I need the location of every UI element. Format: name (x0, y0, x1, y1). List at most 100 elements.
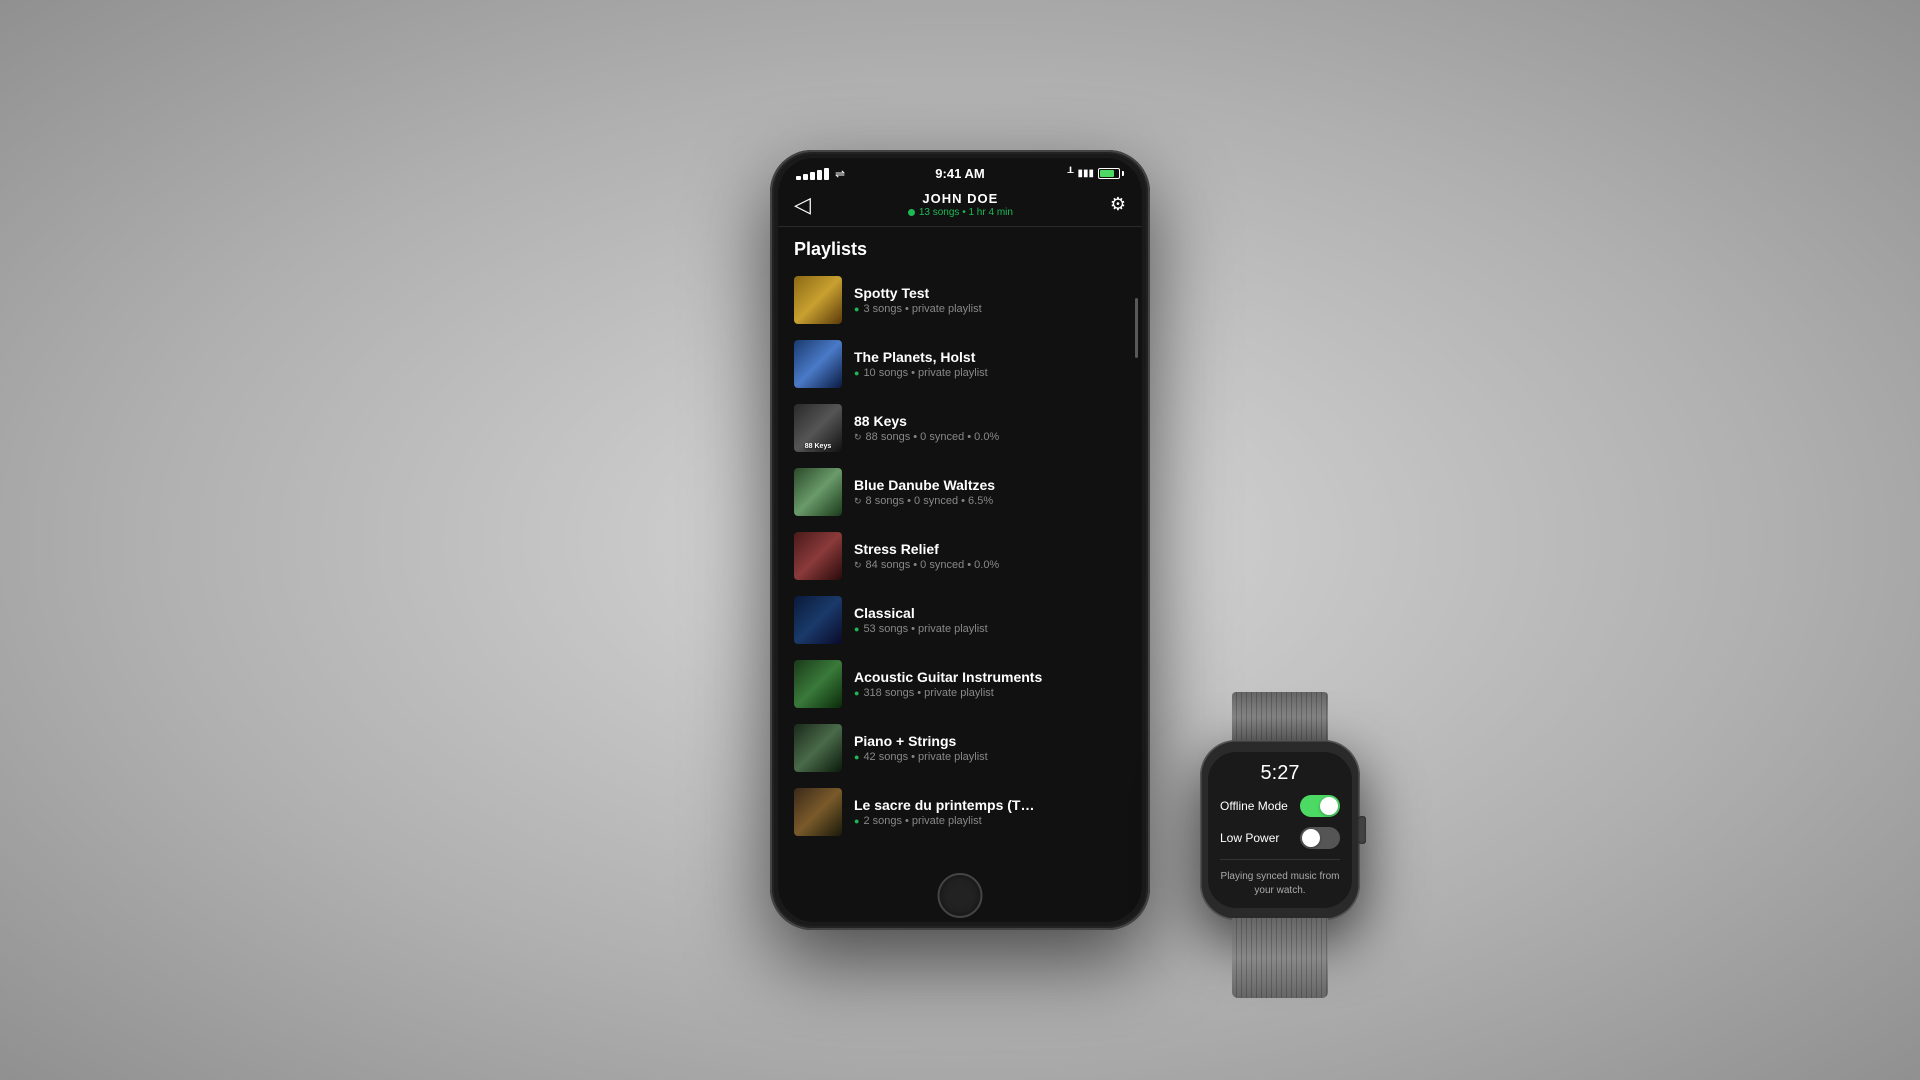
playlist-item[interactable]: Acoustic Guitar Instruments ● 318 songs … (778, 652, 1142, 716)
scene: ⇌ 9:41 AM ┸ ▮▮▮ (510, 50, 1410, 1030)
playlist-meta-icon: ↻ (854, 432, 862, 443)
playlist-meta-text: 8 songs • 0 synced • 6.5% (866, 495, 994, 507)
signal-dot-5 (824, 168, 829, 180)
playlist-meta-text: 42 songs • private playlist (863, 751, 987, 763)
low-power-row: Low Power (1220, 827, 1340, 849)
playlist-name: Classical (854, 605, 1126, 621)
watch-divider (1220, 859, 1340, 860)
playlist-info: Spotty Test ● 3 songs • private playlist (854, 285, 1126, 315)
signal-dot-4 (817, 170, 822, 180)
signal-dot-1 (796, 176, 801, 180)
playlist-meta-text: 318 songs • private playlist (863, 687, 993, 699)
iphone: ⇌ 9:41 AM ┸ ▮▮▮ (770, 150, 1150, 930)
offline-mode-label: Offline Mode (1220, 799, 1288, 813)
playlist-meta: ● 53 songs • private playlist (854, 623, 1126, 635)
playlist-meta-text: 10 songs • private playlist (863, 367, 987, 379)
playlist-meta-text: 3 songs • private playlist (863, 303, 981, 315)
bluetooth-icon: ┸ (1067, 168, 1073, 179)
playlist-item[interactable]: Spotty Test ● 3 songs • private playlist (778, 268, 1142, 332)
watch-crown (1358, 816, 1366, 844)
playlist-meta-text: 84 songs • 0 synced • 0.0% (866, 559, 1000, 571)
toggle-knob-lowpower (1302, 829, 1320, 847)
playlist-thumb: 88 Keys (794, 404, 842, 452)
toggle-knob-offline (1320, 797, 1338, 815)
apple-watch: 5:27 Offline Mode Low Power Playing sync… (1200, 690, 1360, 1000)
playlist-info: Le sacre du printemps (T… ● 2 songs • pr… (854, 797, 1126, 827)
playlist-thumb (794, 468, 842, 516)
scroll-indicator (1135, 298, 1138, 358)
status-right: ┸ ▮▮▮ (1015, 168, 1124, 179)
playlist-info: Acoustic Guitar Instruments ● 318 songs … (854, 669, 1126, 699)
playlist-meta-icon: ↻ (854, 496, 862, 507)
low-power-label: Low Power (1220, 831, 1279, 845)
playlist-thumb (794, 340, 842, 388)
playlist-thumb (794, 596, 842, 644)
playlist-name: Spotty Test (854, 285, 1126, 301)
playlist-thumb (794, 724, 842, 772)
playlist-meta: ● 2 songs • private playlist (854, 815, 1126, 827)
playlist-item[interactable]: Classical ● 53 songs • private playlist (778, 588, 1142, 652)
playlist-meta: ↻ 84 songs • 0 synced • 0.0% (854, 559, 1126, 571)
playlist-thumb (794, 788, 842, 836)
playlist-meta-icon: ● (854, 816, 859, 826)
status-bar: ⇌ 9:41 AM ┸ ▮▮▮ (778, 158, 1142, 185)
playlist-meta-text: 53 songs • private playlist (863, 623, 987, 635)
playlist-info: Stress Relief ↻ 84 songs • 0 synced • 0.… (854, 541, 1126, 571)
nav-header: ◁ JOHN DOE 13 songs • 1 hr 4 min ⚙ (778, 185, 1142, 227)
playlist-meta: ● 10 songs • private playlist (854, 367, 1126, 379)
settings-button[interactable]: ⚙ (1110, 194, 1126, 215)
playlist-info: 88 Keys ↻ 88 songs • 0 synced • 0.0% (854, 413, 1126, 443)
playlist-meta-icon: ● (854, 752, 859, 762)
playlist-name: Acoustic Guitar Instruments (854, 669, 1126, 685)
watch-body: 5:27 Offline Mode Low Power Playing sync… (1200, 740, 1360, 920)
playlist-name: Piano + Strings (854, 733, 1126, 749)
battery-fill (1100, 170, 1114, 177)
nav-title: JOHN DOE (908, 191, 1013, 206)
playlist-items-container: Spotty Test ● 3 songs • private playlist… (778, 268, 1142, 844)
playlist-thumb (794, 660, 842, 708)
playlist-info: The Planets, Holst ● 10 songs • private … (854, 349, 1126, 379)
signal-dot-2 (803, 174, 808, 180)
playlist-item[interactable]: Le sacre du printemps (T… ● 2 songs • pr… (778, 780, 1142, 844)
playlist-name: The Planets, Holst (854, 349, 1126, 365)
playlists-heading: Playlists (778, 227, 1142, 268)
playlist-name: Le sacre du printemps (T… (854, 797, 1126, 813)
watch-body-text: Playing synced music from your watch. (1220, 870, 1340, 898)
offline-mode-row: Offline Mode (1220, 795, 1340, 817)
playlist-meta-icon: ● (854, 368, 859, 378)
playlist-meta-icon: ● (854, 304, 859, 314)
watch-band-bottom (1232, 918, 1328, 998)
signal-dot-3 (810, 172, 815, 180)
back-button[interactable]: ◁ (794, 192, 811, 218)
playlist-meta: ● 42 songs • private playlist (854, 751, 1126, 763)
home-button[interactable] (938, 873, 983, 918)
signal-strength (796, 168, 829, 180)
playlist-meta-icon: ↻ (854, 560, 862, 571)
playlist-item[interactable]: 88 Keys 88 Keys ↻ 88 songs • 0 synced • … (778, 396, 1142, 460)
playlist-thumb (794, 532, 842, 580)
playlist-name: Stress Relief (854, 541, 1126, 557)
playlist-meta: ↻ 8 songs • 0 synced • 6.5% (854, 495, 1126, 507)
playlist-list: Spotty Test ● 3 songs • private playlist… (778, 268, 1142, 922)
phone-screen: ⇌ 9:41 AM ┸ ▮▮▮ (778, 158, 1142, 922)
offline-mode-toggle[interactable] (1300, 795, 1340, 817)
playlist-meta: ↻ 88 songs • 0 synced • 0.0% (854, 431, 1126, 443)
playlist-thumb (794, 276, 842, 324)
playlist-item[interactable]: Stress Relief ↻ 84 songs • 0 synced • 0.… (778, 524, 1142, 588)
playlist-item[interactable]: Piano + Strings ● 42 songs • private pla… (778, 716, 1142, 780)
battery-tip (1122, 171, 1124, 176)
watch-time: 5:27 (1220, 762, 1340, 785)
watch-screen: 5:27 Offline Mode Low Power Playing sync… (1208, 752, 1352, 908)
playlist-item[interactable]: Blue Danube Waltzes ↻ 8 songs • 0 synced… (778, 460, 1142, 524)
playlist-name: 88 Keys (854, 413, 1126, 429)
low-power-toggle[interactable] (1300, 827, 1340, 849)
playlist-item[interactable]: The Planets, Holst ● 10 songs • private … (778, 332, 1142, 396)
watch-band-top (1232, 692, 1328, 742)
playlist-meta-icon: ● (854, 688, 859, 698)
playlist-name: Blue Danube Waltzes (854, 477, 1126, 493)
battery (1098, 168, 1124, 179)
playlist-info: Classical ● 53 songs • private playlist (854, 605, 1126, 635)
playlist-meta: ● 318 songs • private playlist (854, 687, 1126, 699)
signal-bar-icon: ▮▮▮ (1077, 168, 1094, 179)
status-left: ⇌ (796, 167, 905, 181)
